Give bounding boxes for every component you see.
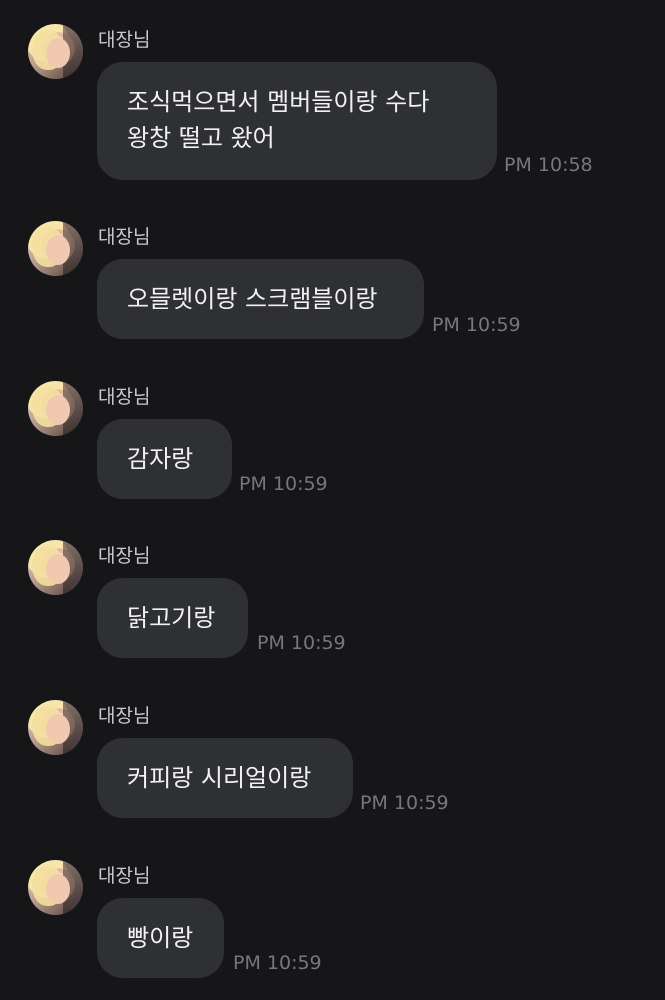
sender-name: 대장님 (98, 226, 151, 248)
sender-name: 대장님 (98, 865, 151, 887)
message-bubble[interactable]: 감자랑 (97, 419, 232, 499)
avatar[interactable] (28, 221, 83, 276)
message-timestamp: PM 10:59 (360, 792, 449, 814)
message-timestamp: PM 10:59 (257, 632, 346, 654)
sender-name: 대장님 (98, 29, 151, 51)
message-timestamp: PM 10:58 (504, 154, 593, 176)
message-bubble[interactable]: 닭고기랑 (97, 578, 248, 658)
sender-name: 대장님 (98, 386, 151, 408)
sender-name: 대장님 (98, 545, 151, 567)
message-bubble[interactable]: 오믈렛이랑 스크램블이랑 (97, 259, 424, 339)
message-timestamp: PM 10:59 (432, 314, 521, 336)
message-timestamp: PM 10:59 (233, 952, 322, 974)
chat-message-list[interactable]: 대장님 조식먹으면서 멤버들이랑 수다 왕창 떨고 왔어 PM 10:58 대장… (0, 0, 665, 1000)
message-timestamp: PM 10:59 (239, 473, 328, 495)
avatar[interactable] (28, 540, 83, 595)
message-bubble[interactable]: 빵이랑 (97, 898, 224, 978)
sender-name: 대장님 (98, 705, 151, 727)
avatar[interactable] (28, 24, 83, 79)
message-bubble[interactable]: 조식먹으면서 멤버들이랑 수다 왕창 떨고 왔어 (97, 62, 497, 180)
avatar[interactable] (28, 860, 83, 915)
avatar[interactable] (28, 700, 83, 755)
message-bubble[interactable]: 커피랑 시리얼이랑 (97, 738, 353, 818)
avatar[interactable] (28, 381, 83, 436)
